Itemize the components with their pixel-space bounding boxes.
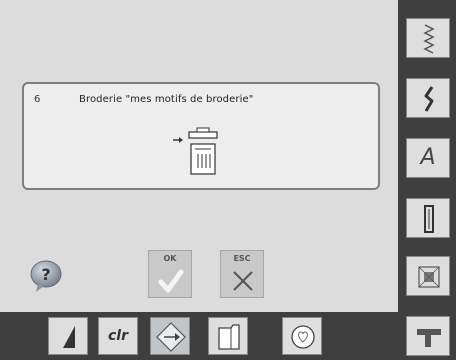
x-mark-icon	[233, 271, 253, 291]
checkmark-icon	[158, 269, 184, 293]
message-number: 6	[34, 94, 41, 105]
ok-label: OK	[163, 254, 177, 263]
main-screen: 6 Broderie "mes motifs de broderie" ? OK…	[0, 0, 398, 312]
alphabet-letter-icon: A	[420, 145, 436, 170]
help-button[interactable]: ?	[28, 258, 64, 294]
esc-label: ESC	[233, 254, 251, 263]
svg-text:?: ?	[41, 265, 50, 284]
wedge-icon	[63, 326, 75, 348]
sewing-machine-icon	[417, 329, 441, 347]
alphabets-button[interactable]: A	[406, 138, 450, 178]
practical-stitches-button[interactable]	[406, 18, 450, 58]
diamond-arrow-icon	[156, 322, 186, 352]
memory-storage-icon	[173, 127, 218, 175]
esc-button[interactable]: ESC	[220, 250, 264, 298]
message-dialog: 6 Broderie "mes motifs de broderie"	[22, 82, 380, 190]
question-bubble-icon: ?	[30, 260, 62, 292]
clr-label: clr	[107, 328, 128, 344]
heart-bubble-icon	[291, 325, 315, 349]
folder-icon	[218, 324, 240, 350]
clear-button[interactable]: clr	[98, 317, 138, 355]
sewing-mode-button[interactable]	[406, 316, 450, 356]
buttonholes-button[interactable]	[406, 198, 450, 238]
quilt-pattern-icon	[418, 266, 440, 288]
stitch-width-button[interactable]	[48, 317, 88, 355]
ok-button[interactable]: OK	[148, 250, 192, 298]
bottom-toolbar: clr	[0, 312, 398, 360]
s-stitch-icon	[424, 86, 434, 112]
buttonhole-icon	[424, 205, 434, 233]
zigzag-stitch-icon	[423, 24, 435, 54]
personal-memory-button[interactable]	[282, 317, 322, 355]
folder-button[interactable]	[208, 317, 248, 355]
stitch-direction-button[interactable]	[150, 317, 190, 355]
decorative-stitches-button[interactable]	[406, 78, 450, 118]
message-text: Broderie "mes motifs de broderie"	[79, 94, 254, 105]
right-sidebar: A	[398, 0, 456, 360]
quilt-stitches-button[interactable]	[406, 256, 450, 296]
